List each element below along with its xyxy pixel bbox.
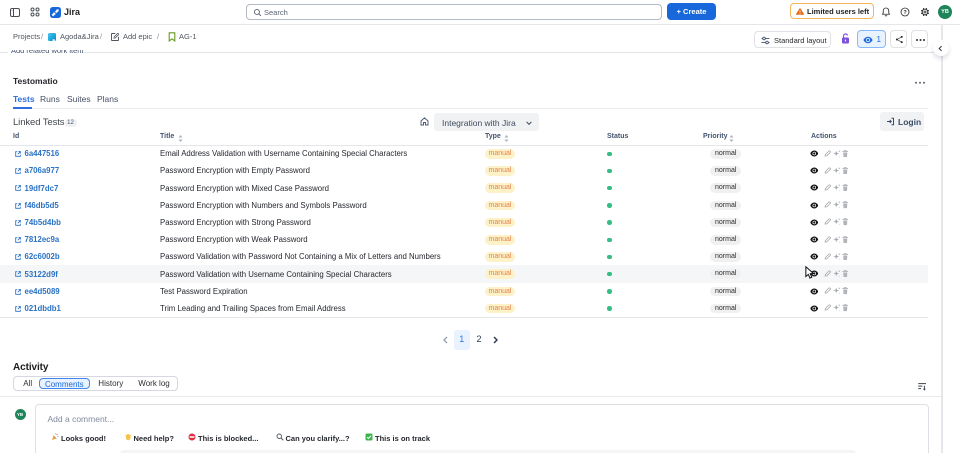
svg-text:?: ? [903,10,907,16]
